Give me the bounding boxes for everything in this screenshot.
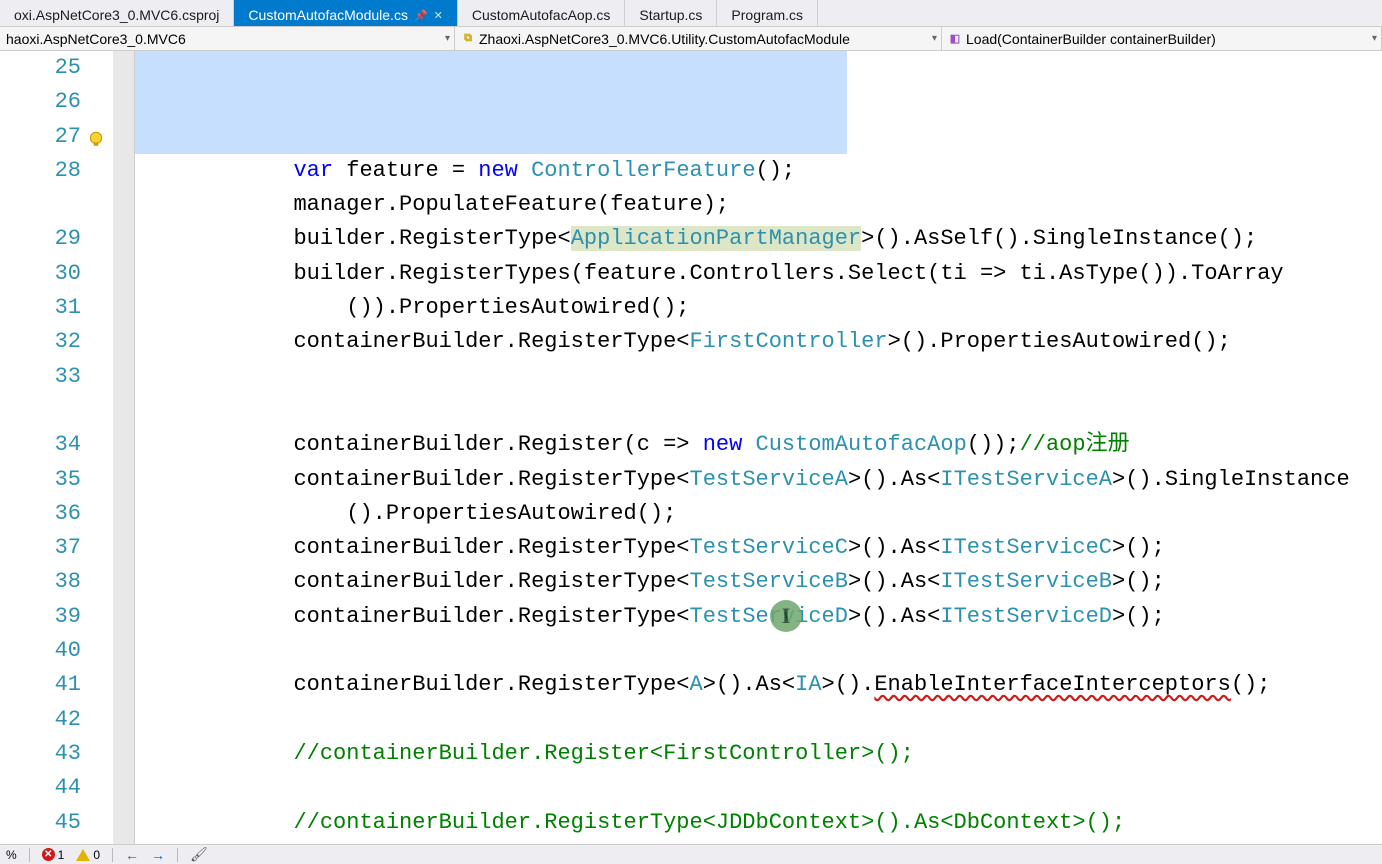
class-icon: ⧉: [461, 32, 475, 46]
code-line[interactable]: [135, 703, 1382, 737]
code-line[interactable]: containerBuilder.RegisterType<TestServic…: [135, 531, 1382, 565]
code-line[interactable]: [135, 771, 1382, 805]
code-line[interactable]: //containerBuilder.RegisterType<JDDbCont…: [135, 806, 1382, 840]
error-icon: ✕: [42, 848, 55, 861]
close-icon[interactable]: ✕: [434, 9, 443, 22]
separator: [177, 848, 178, 862]
nav-class-label: Zhaoxi.AspNetCore3_0.MVC6.Utility.Custom…: [479, 31, 850, 47]
line-number: 39: [0, 600, 81, 634]
status-bar: % ✕ 1 0 ← → 🖌: [0, 844, 1382, 864]
chevron-down-icon: ▾: [932, 33, 937, 44]
line-number: 40: [0, 634, 81, 668]
code-line[interactable]: containerBuilder.RegisterType<A>().As<IA…: [135, 668, 1382, 702]
file-tab[interactable]: oxi.AspNetCore3_0.MVC6.csproj: [0, 0, 234, 26]
warning-count-value: 0: [93, 848, 100, 862]
cursor-indicator: I: [770, 600, 802, 632]
line-number: [0, 188, 81, 222]
line-number: 31: [0, 291, 81, 325]
zoom-level[interactable]: %: [6, 848, 17, 862]
chevron-down-icon: ▾: [1372, 33, 1377, 44]
code-line[interactable]: [135, 360, 1382, 394]
nav-forward-button[interactable]: →: [151, 847, 165, 863]
code-line[interactable]: manager.PopulateFeature(feature);: [135, 188, 1382, 222]
code-line[interactable]: [135, 634, 1382, 668]
file-tab-label: CustomAutofacModule.cs: [248, 7, 408, 23]
code-line[interactable]: [135, 394, 1382, 428]
nav-member-label: Load(ContainerBuilder containerBuilder): [966, 31, 1216, 47]
file-tab[interactable]: Startup.cs: [625, 0, 717, 26]
line-number: 43: [0, 737, 81, 771]
line-number: [0, 394, 81, 428]
file-tab-label: CustomAutofacAop.cs: [472, 7, 611, 23]
code-line[interactable]: ()).PropertiesAutowired();: [135, 291, 1382, 325]
navigation-bar: haoxi.AspNetCore3_0.MVC6 ▾ ⧉ Zhaoxi.AspN…: [0, 27, 1382, 51]
line-number: 41: [0, 668, 81, 702]
file-tab-active[interactable]: CustomAutofacModule.cs 📌 ✕: [234, 0, 457, 26]
line-number: 45: [0, 806, 81, 840]
line-number: 42: [0, 703, 81, 737]
line-number: 30: [0, 257, 81, 291]
separator: [112, 848, 113, 862]
line-number: 25: [0, 51, 81, 85]
line-number: 27: [0, 120, 81, 154]
code-line[interactable]: containerBuilder.RegisterType<TestServic…: [135, 565, 1382, 599]
warning-count[interactable]: 0: [76, 848, 100, 862]
file-tab[interactable]: CustomAutofacAop.cs: [458, 0, 626, 26]
code-line[interactable]: builder.RegisterTypes(feature.Controller…: [135, 257, 1382, 291]
nav-class-dropdown[interactable]: ⧉ Zhaoxi.AspNetCore3_0.MVC6.Utility.Cust…: [455, 27, 942, 50]
nav-namespace-label: haoxi.AspNetCore3_0.MVC6: [6, 31, 186, 47]
code-content[interactable]: var feature = new ControllerFeature(); m…: [135, 51, 1382, 844]
code-line[interactable]: containerBuilder.RegisterType<TestServic…: [135, 463, 1382, 497]
file-tab[interactable]: Program.cs: [717, 0, 818, 26]
line-number: 44: [0, 771, 81, 805]
line-number: 32: [0, 325, 81, 359]
line-number: 36: [0, 497, 81, 531]
file-tab-label: oxi.AspNetCore3_0.MVC6.csproj: [14, 7, 219, 23]
lightbulb-icon[interactable]: [87, 126, 105, 144]
code-line[interactable]: containerBuilder.Register(c => new Custo…: [135, 428, 1382, 462]
outline-margin[interactable]: [113, 51, 135, 844]
file-tab-strip: oxi.AspNetCore3_0.MVC6.csproj CustomAuto…: [0, 0, 1382, 27]
error-count-value: 1: [58, 848, 65, 862]
code-editor[interactable]: 25262728 2930313233 3435363738394041424344…: [0, 51, 1382, 844]
code-line[interactable]: //containerBuilder.Register<FirstControl…: [135, 737, 1382, 771]
line-number: 34: [0, 428, 81, 462]
glyph-margin: [95, 51, 113, 844]
method-icon: ◧: [948, 32, 962, 46]
line-number-gutter: 25262728 2930313233 3435363738394041424344…: [0, 51, 95, 844]
line-number: 28: [0, 154, 81, 188]
line-number: 37: [0, 531, 81, 565]
line-number: 33: [0, 360, 81, 394]
code-line[interactable]: containerBuilder.RegisterType<TestServic…: [135, 600, 1382, 634]
file-tab-label: Program.cs: [731, 7, 803, 23]
nav-back-button[interactable]: ←: [125, 847, 139, 863]
code-line[interactable]: builder.RegisterType<ApplicationPartMana…: [135, 222, 1382, 256]
nav-member-dropdown[interactable]: ◧ Load(ContainerBuilder containerBuilder…: [942, 27, 1382, 50]
chevron-down-icon: ▾: [445, 33, 450, 44]
nav-namespace-dropdown[interactable]: haoxi.AspNetCore3_0.MVC6 ▾: [0, 27, 455, 50]
code-line[interactable]: containerBuilder.RegisterType<FirstContr…: [135, 325, 1382, 359]
separator: [29, 848, 30, 862]
line-number: 26: [0, 85, 81, 119]
code-line[interactable]: ().PropertiesAutowired();: [135, 497, 1382, 531]
file-tab-label: Startup.cs: [639, 7, 702, 23]
warning-icon: [76, 849, 90, 861]
text-selection: [135, 51, 847, 154]
line-number: 38: [0, 565, 81, 599]
brush-icon[interactable]: 🖌: [190, 846, 208, 863]
line-number: 35: [0, 463, 81, 497]
code-line[interactable]: //containerBuilder.RegisterType<Category…: [135, 840, 1382, 844]
error-count[interactable]: ✕ 1: [42, 848, 65, 862]
pin-icon[interactable]: 📌: [414, 9, 428, 22]
line-number: 29: [0, 222, 81, 256]
code-line[interactable]: var feature = new ControllerFeature();: [135, 154, 1382, 188]
